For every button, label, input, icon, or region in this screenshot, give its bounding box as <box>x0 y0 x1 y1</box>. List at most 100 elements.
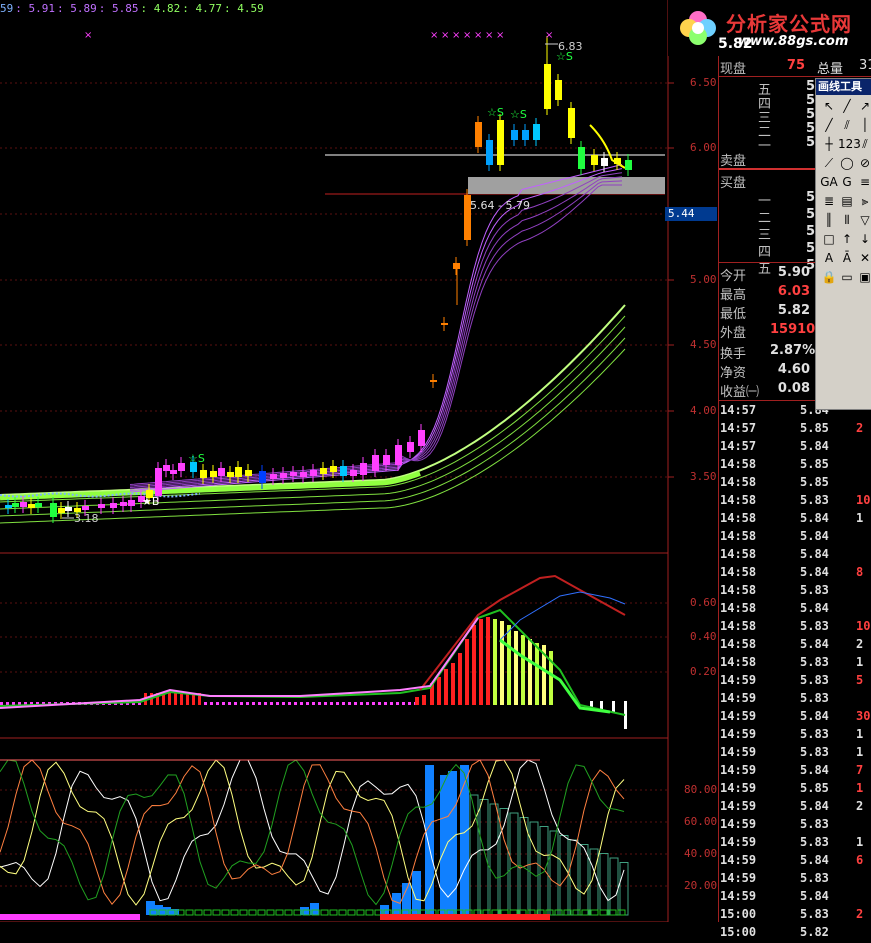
tick-time: 14:59 <box>720 817 757 831</box>
total-volume-label: 总量 <box>817 62 844 77</box>
circle-icon[interactable]: ◯ <box>838 154 856 173</box>
gann-icon[interactable]: ⟋ <box>820 154 838 173</box>
tick-price: 5.82 <box>800 925 829 939</box>
macd-bar <box>390 702 393 705</box>
up-arrow-icon[interactable]: ↑ <box>838 230 856 249</box>
stat-value: 4.60 <box>777 362 810 377</box>
kdj-small-bar <box>203 909 212 916</box>
price-tick-label: 4.00 <box>690 404 717 417</box>
kdj-small-bar <box>590 909 599 916</box>
tick-row: 14:59 5.84 2 <box>718 799 871 817</box>
time-icon[interactable]: ⦀ <box>838 211 856 230</box>
fan-icon[interactable]: ⫸ <box>856 192 871 211</box>
kdj-small-bar <box>194 909 203 916</box>
tick-time: 15:00 <box>720 925 757 939</box>
kdj-small-bar <box>185 909 194 916</box>
fib-icon[interactable]: 123 <box>838 135 861 154</box>
price-tick-label: 6.50 <box>690 76 717 89</box>
arc-icon[interactable]: ⊘ <box>856 154 871 173</box>
tick-price: 5.83 <box>800 619 829 633</box>
candle-body <box>35 503 42 507</box>
stat-label: 今开 <box>720 269 747 284</box>
text-box-icon[interactable]: Ā <box>838 249 856 268</box>
cross-icon[interactable]: ┼ <box>820 135 838 154</box>
ray-icon[interactable]: ↗ <box>856 97 871 116</box>
macd-bar <box>0 702 3 705</box>
ruler-icon[interactable]: ▭ <box>838 268 856 287</box>
kline-chart-area[interactable]: 59: 5.91: 5.89: 5.85: 4.82: 4.77: 4.59 ×… <box>0 0 718 922</box>
sell-label: 卖盘 <box>720 154 747 169</box>
lock-icon[interactable]: 🔒 <box>820 268 838 287</box>
candle-body <box>290 472 297 476</box>
kdj-small-bar <box>338 909 347 916</box>
candle-body <box>65 507 72 511</box>
candle-body <box>300 472 307 477</box>
purple-ma-line <box>129 176 623 488</box>
cycle-lines-icon[interactable]: ║ <box>820 211 838 230</box>
candle-body <box>50 503 57 517</box>
kdj-small-bar <box>347 909 356 916</box>
kdj-small-bar <box>239 909 248 916</box>
macd-bar <box>437 677 441 705</box>
toolbox-title[interactable]: 画线工具 <box>816 79 871 95</box>
gold-icon[interactable]: ≣ <box>820 192 838 211</box>
line-icon[interactable]: ╱ <box>838 97 856 116</box>
tick-row: 14:59 5.83 <box>718 817 871 835</box>
candle-body <box>591 155 598 165</box>
macd-bar <box>514 631 518 705</box>
tick-row: 14:58 5.84 1 <box>718 511 871 529</box>
band-icon[interactable]: ▤ <box>838 192 856 211</box>
tick-price: 5.85 <box>800 475 829 489</box>
tick-volume: 6 <box>856 853 864 867</box>
candlesticks <box>5 36 632 523</box>
candle-body <box>227 472 234 477</box>
tick-time: 14:59 <box>720 799 757 813</box>
stat-label: 最低 <box>720 307 747 322</box>
candle-body <box>155 468 162 496</box>
kdj-panel <box>0 759 629 920</box>
macd-bar <box>384 702 387 705</box>
sell-level-value: 5 <box>806 121 816 136</box>
chart-canvas[interactable]: × × × × × × ×× ×☆S☆S ☆S☆S★B <box>0 0 718 922</box>
segment-icon[interactable]: ╱ <box>820 116 838 135</box>
kdj-small-bar <box>212 909 221 916</box>
drawing-toolbox[interactable]: 画线工具 ↖ ╱ ↗ ╱ ⫽ │ ┼ 123 ⫽ ⟋ ◯ ⊘ GA G ≡ ≣ ▤ ⫸ ║ ⦀ ▽ □ ↑ ↓ A Ā ✕ 🔒 ▭ ▣ <box>815 78 871 410</box>
candle-body <box>350 470 357 476</box>
down-arrow-icon[interactable]: ↓ <box>856 230 871 249</box>
tick-time: 14:58 <box>720 457 757 471</box>
tick-time: 14:57 <box>720 439 757 453</box>
speed-icon[interactable]: G <box>838 173 856 192</box>
channel-icon[interactable]: ⫽ <box>856 135 871 154</box>
x-marker: × <box>452 30 460 41</box>
tick-row: 14:58 5.85 <box>718 457 871 475</box>
tick-price: 5.85 <box>800 421 829 435</box>
tick-price: 5.84 <box>800 565 829 579</box>
tick-volume: 1 <box>856 781 864 795</box>
macd-bar <box>479 619 483 705</box>
cycle-icon[interactable]: GA <box>820 173 838 192</box>
kdj-tick-label: 40.00 <box>684 847 718 860</box>
macd-bar <box>415 697 419 705</box>
kdj-small-bar <box>617 909 626 916</box>
tick-volume: 10 <box>856 493 871 507</box>
percent-icon[interactable]: ≡ <box>856 173 871 192</box>
rect-icon[interactable]: □ <box>820 230 838 249</box>
triangle-icon[interactable]: ▽ <box>856 211 871 230</box>
text-icon[interactable]: A <box>820 249 838 268</box>
kdj-blue-bar <box>310 903 319 915</box>
tick-price: 5.83 <box>800 727 829 741</box>
vertical-line-icon[interactable]: │ <box>856 116 871 135</box>
tick-time: 14:58 <box>720 655 757 669</box>
candle-body <box>395 445 402 465</box>
delete-icon[interactable]: ✕ <box>856 249 871 268</box>
stat-value: 5.90 <box>777 265 810 280</box>
candle-body <box>320 468 327 474</box>
macd-bar <box>458 653 462 705</box>
pointer-icon[interactable]: ↖ <box>820 97 838 116</box>
kdj-outline-bar <box>529 821 539 916</box>
save-icon[interactable]: ▣ <box>856 268 871 287</box>
tick-price: 5.85 <box>800 457 829 471</box>
tick-row: 14:58 5.84 8 <box>718 565 871 583</box>
stat-value: 159104 <box>770 322 825 337</box>
parallel-icon[interactable]: ⫽ <box>838 116 856 135</box>
